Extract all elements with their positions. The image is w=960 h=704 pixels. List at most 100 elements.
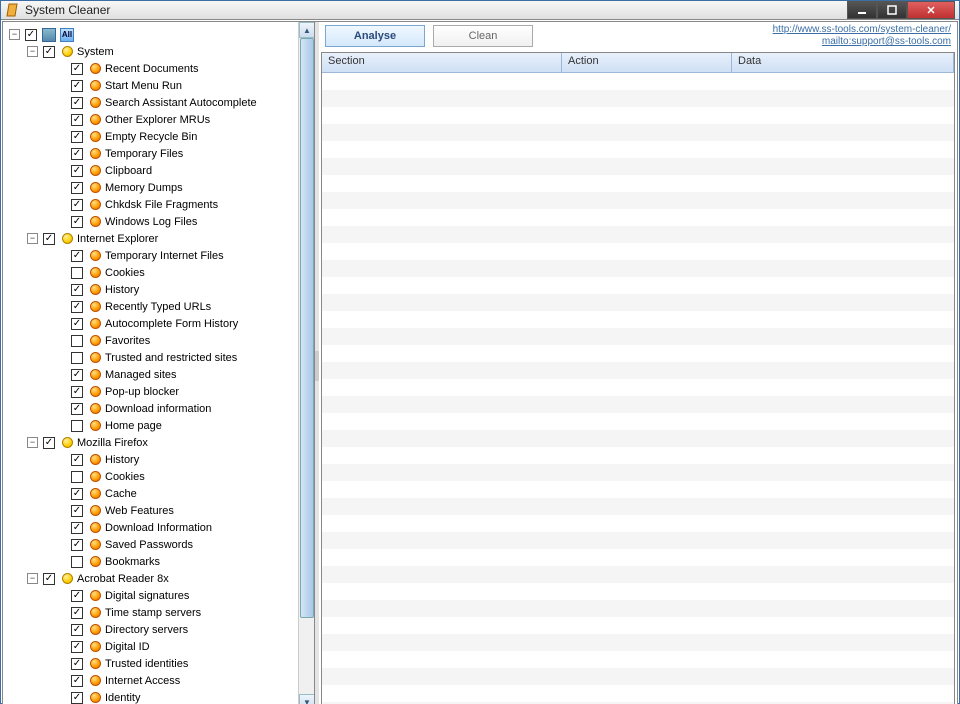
tree-group-0[interactable]: −System bbox=[5, 43, 312, 60]
tree-group-3[interactable]: −Acrobat Reader 8x bbox=[5, 570, 312, 587]
tree-item-1-2[interactable]: History bbox=[5, 281, 312, 298]
clean-button[interactable]: Clean bbox=[433, 25, 533, 47]
col-data[interactable]: Data bbox=[732, 53, 954, 72]
checkbox[interactable] bbox=[71, 488, 83, 500]
tree-item-2-1[interactable]: Cookies bbox=[5, 468, 312, 485]
tree-item-3-0[interactable]: Digital signatures bbox=[5, 587, 312, 604]
tree-item-2-6[interactable]: Bookmarks bbox=[5, 553, 312, 570]
tree-item-1-8[interactable]: Pop-up blocker bbox=[5, 383, 312, 400]
close-button[interactable] bbox=[907, 1, 955, 19]
col-action[interactable]: Action bbox=[562, 53, 732, 72]
tree-scrollbar[interactable]: ▲ ▼ bbox=[298, 22, 314, 704]
checkbox[interactable] bbox=[71, 607, 83, 619]
tree-item-0-8[interactable]: Chkdsk File Fragments bbox=[5, 196, 312, 213]
checkbox[interactable] bbox=[71, 454, 83, 466]
tree-group-1[interactable]: −Internet Explorer bbox=[5, 230, 312, 247]
expand-toggle[interactable]: − bbox=[9, 29, 20, 40]
tree-group-2[interactable]: −Mozilla Firefox bbox=[5, 434, 312, 451]
checkbox[interactable] bbox=[71, 335, 83, 347]
checkbox[interactable] bbox=[71, 403, 83, 415]
tree-item-1-7[interactable]: Managed sites bbox=[5, 366, 312, 383]
checkbox[interactable] bbox=[71, 114, 83, 126]
checkbox[interactable] bbox=[71, 250, 83, 262]
tree-item-1-10[interactable]: Home page bbox=[5, 417, 312, 434]
tree-item-2-0[interactable]: History bbox=[5, 451, 312, 468]
tree-item-1-0[interactable]: Temporary Internet Files bbox=[5, 247, 312, 264]
checkbox[interactable] bbox=[71, 658, 83, 670]
tree-item-2-4[interactable]: Download Information bbox=[5, 519, 312, 536]
tree-item-2-2[interactable]: Cache bbox=[5, 485, 312, 502]
minimize-button[interactable] bbox=[847, 1, 877, 19]
tree-item-2-5[interactable]: Saved Passwords bbox=[5, 536, 312, 553]
checkbox[interactable] bbox=[71, 590, 83, 602]
checkbox[interactable] bbox=[71, 692, 83, 704]
checkbox[interactable] bbox=[71, 267, 83, 279]
scroll-down-button[interactable]: ▼ bbox=[299, 694, 315, 704]
category-tree[interactable]: −All−SystemRecent DocumentsStart Menu Ru… bbox=[3, 22, 314, 704]
expand-toggle[interactable]: − bbox=[27, 233, 38, 244]
tree-item-0-9[interactable]: Windows Log Files bbox=[5, 213, 312, 230]
tree-item-0-0[interactable]: Recent Documents bbox=[5, 60, 312, 77]
checkbox[interactable] bbox=[71, 471, 83, 483]
splitter[interactable] bbox=[315, 22, 319, 704]
tree-item-1-4[interactable]: Autocomplete Form History bbox=[5, 315, 312, 332]
support-link[interactable]: mailto:support@ss-tools.com bbox=[773, 36, 951, 48]
analyse-button[interactable]: Analyse bbox=[325, 25, 425, 47]
tree-item-1-3[interactable]: Recently Typed URLs bbox=[5, 298, 312, 315]
expand-toggle[interactable]: − bbox=[27, 437, 38, 448]
checkbox[interactable] bbox=[71, 182, 83, 194]
tree-item-1-6[interactable]: Trusted and restricted sites bbox=[5, 349, 312, 366]
checkbox[interactable] bbox=[25, 29, 37, 41]
checkbox[interactable] bbox=[71, 641, 83, 653]
tree-item-0-5[interactable]: Temporary Files bbox=[5, 145, 312, 162]
tree-item-0-7[interactable]: Memory Dumps bbox=[5, 179, 312, 196]
checkbox[interactable] bbox=[71, 301, 83, 313]
checkbox[interactable] bbox=[71, 97, 83, 109]
tree-item-1-9[interactable]: Download information bbox=[5, 400, 312, 417]
expand-toggle[interactable]: − bbox=[27, 573, 38, 584]
tree-item-3-1[interactable]: Time stamp servers bbox=[5, 604, 312, 621]
checkbox[interactable] bbox=[43, 437, 55, 449]
tree-item-0-2[interactable]: Search Assistant Autocomplete bbox=[5, 94, 312, 111]
checkbox[interactable] bbox=[71, 352, 83, 364]
checkbox[interactable] bbox=[71, 522, 83, 534]
checkbox[interactable] bbox=[71, 386, 83, 398]
checkbox[interactable] bbox=[43, 46, 55, 58]
tree-item-0-6[interactable]: Clipboard bbox=[5, 162, 312, 179]
checkbox[interactable] bbox=[71, 131, 83, 143]
checkbox[interactable] bbox=[71, 624, 83, 636]
checkbox[interactable] bbox=[71, 165, 83, 177]
scroll-up-button[interactable]: ▲ bbox=[299, 22, 315, 38]
checkbox[interactable] bbox=[71, 148, 83, 160]
tree-item-1-5[interactable]: Favorites bbox=[5, 332, 312, 349]
maximize-button[interactable] bbox=[877, 1, 907, 19]
checkbox[interactable] bbox=[71, 505, 83, 517]
tree-root[interactable]: −All bbox=[5, 26, 312, 43]
titlebar[interactable]: System Cleaner bbox=[1, 1, 959, 20]
checkbox[interactable] bbox=[71, 369, 83, 381]
tree-item-3-5[interactable]: Internet Access bbox=[5, 672, 312, 689]
tree-item-0-4[interactable]: Empty Recycle Bin bbox=[5, 128, 312, 145]
checkbox[interactable] bbox=[71, 318, 83, 330]
tree-item-3-6[interactable]: Identity bbox=[5, 689, 312, 704]
tree-item-2-3[interactable]: Web Features bbox=[5, 502, 312, 519]
tree-item-0-1[interactable]: Start Menu Run bbox=[5, 77, 312, 94]
checkbox[interactable] bbox=[71, 216, 83, 228]
tree-item-3-2[interactable]: Directory servers bbox=[5, 621, 312, 638]
checkbox[interactable] bbox=[71, 675, 83, 687]
checkbox[interactable] bbox=[71, 420, 83, 432]
checkbox[interactable] bbox=[71, 556, 83, 568]
website-link[interactable]: http://www.ss-tools.com/system-cleaner/ bbox=[773, 24, 951, 36]
scroll-thumb[interactable] bbox=[300, 38, 314, 618]
col-section[interactable]: Section bbox=[322, 53, 562, 72]
checkbox[interactable] bbox=[71, 199, 83, 211]
expand-toggle[interactable]: − bbox=[27, 46, 38, 57]
tree-item-3-4[interactable]: Trusted identities bbox=[5, 655, 312, 672]
checkbox[interactable] bbox=[71, 539, 83, 551]
tree-item-3-3[interactable]: Digital ID bbox=[5, 638, 312, 655]
tree-item-1-1[interactable]: Cookies bbox=[5, 264, 312, 281]
checkbox[interactable] bbox=[43, 233, 55, 245]
checkbox[interactable] bbox=[71, 284, 83, 296]
tree-item-0-3[interactable]: Other Explorer MRUs bbox=[5, 111, 312, 128]
checkbox[interactable] bbox=[71, 80, 83, 92]
